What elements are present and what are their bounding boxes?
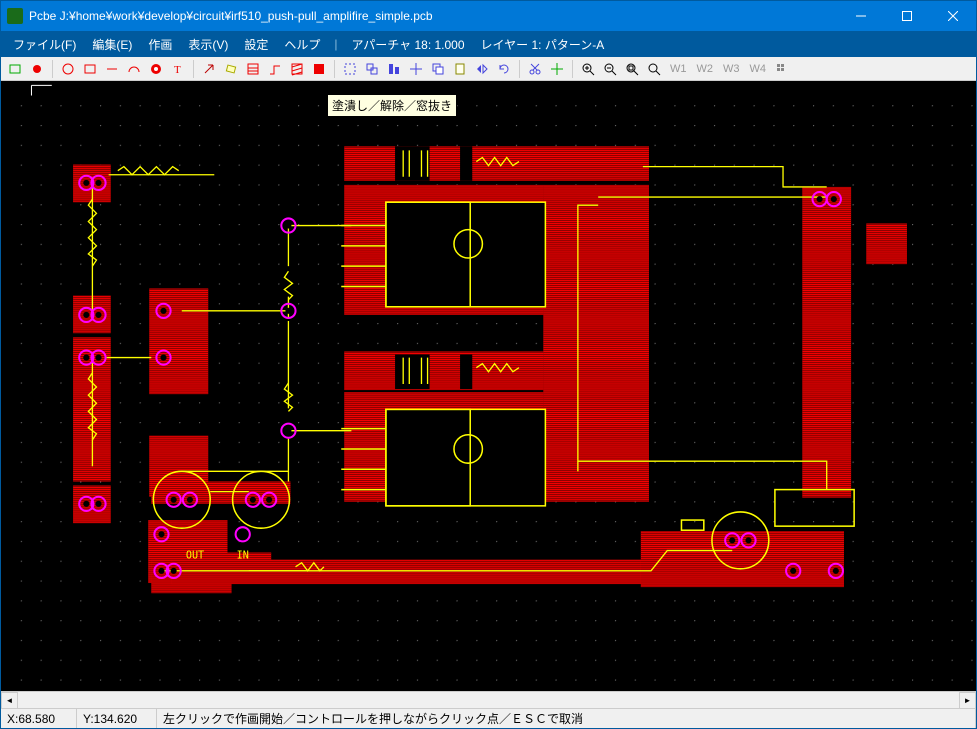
status-y: Y:134.620 — [77, 709, 157, 728]
width-label-3[interactable]: W3 — [719, 63, 744, 75]
menu-view[interactable]: 表示(V) — [180, 32, 236, 57]
app-icon — [7, 8, 23, 24]
tool-circle[interactable] — [58, 59, 78, 79]
titlebar[interactable]: Pcbe J:¥home¥work¥develop¥circuit¥irf510… — [1, 1, 976, 31]
app-window: Pcbe J:¥home¥work¥develop¥circuit¥irf510… — [0, 0, 977, 729]
toolbar-sep — [52, 60, 53, 78]
pcb-canvas-wrap: OUT IN 塗潰し／解除／窓抜き — [1, 81, 976, 691]
tool-paste[interactable] — [450, 59, 470, 79]
status-x: X:68.580 — [1, 709, 77, 728]
tool-arc[interactable] — [124, 59, 144, 79]
width-label-2[interactable]: W2 — [693, 63, 718, 75]
tool-group[interactable] — [362, 59, 382, 79]
svg-text:T: T — [174, 64, 181, 76]
scroll-left-button[interactable]: ◄ — [1, 692, 18, 709]
maximize-button[interactable] — [884, 1, 930, 31]
tool-donut[interactable] — [146, 59, 166, 79]
close-button[interactable] — [930, 1, 976, 31]
tool-crosshair[interactable] — [547, 59, 567, 79]
menu-help[interactable]: ヘルプ — [276, 32, 328, 57]
tool-rect-green[interactable] — [5, 59, 25, 79]
tool-select[interactable] — [340, 59, 360, 79]
tool-grid-toggle[interactable] — [772, 59, 792, 79]
layer-info[interactable]: レイヤー 1: パターン-A — [473, 36, 613, 53]
tool-zoom-out[interactable] — [600, 59, 620, 79]
tool-zoom[interactable] — [644, 59, 664, 79]
pcb-canvas[interactable]: OUT IN — [1, 81, 976, 691]
menu-settings[interactable]: 設定 — [236, 32, 276, 57]
tool-rotate[interactable] — [494, 59, 514, 79]
tool-flip[interactable] — [472, 59, 492, 79]
width-label-1[interactable]: W1 — [666, 63, 691, 75]
window-controls — [838, 1, 976, 31]
menu-draw[interactable]: 作画 — [140, 32, 180, 57]
tool-move[interactable] — [406, 59, 426, 79]
tool-text[interactable]: T — [168, 59, 188, 79]
tool-fill-solid[interactable] — [309, 59, 329, 79]
menubar: ファイル(F) 編集(E) 作画 表示(V) 設定 ヘルプ | アパーチャ 18… — [1, 31, 976, 57]
menu-file[interactable]: ファイル(F) — [5, 32, 84, 57]
silk-in: IN — [237, 551, 249, 562]
toolbar-sep — [193, 60, 194, 78]
menu-separator: | — [328, 37, 343, 51]
minimize-button[interactable] — [838, 1, 884, 31]
tool-rect[interactable] — [80, 59, 100, 79]
window-title: Pcbe J:¥home¥work¥develop¥circuit¥irf510… — [29, 9, 838, 23]
scroll-right-button[interactable]: ► — [959, 692, 976, 709]
tool-zoom-fit[interactable] — [622, 59, 642, 79]
tool-erase[interactable] — [221, 59, 241, 79]
status-message: 左クリックで作画開始／コントロールを押しながらクリック点／ＥＳＣで取消 — [157, 709, 976, 728]
tool-solid-red[interactable] — [27, 59, 47, 79]
tool-copy[interactable] — [428, 59, 448, 79]
tool-fill-hatch[interactable] — [287, 59, 307, 79]
tool-hatch[interactable] — [243, 59, 263, 79]
statusbar: X:68.580 Y:134.620 左クリックで作画開始／コントロールを押しな… — [1, 708, 976, 728]
tool-route[interactable] — [265, 59, 285, 79]
toolbar-sep — [572, 60, 573, 78]
tool-align[interactable] — [384, 59, 404, 79]
tooltip: 塗潰し／解除／窓抜き — [327, 94, 457, 117]
silk-out: OUT — [186, 551, 204, 562]
menu-edit[interactable]: 編集(E) — [84, 32, 140, 57]
scroll-track[interactable] — [18, 692, 959, 708]
toolbar-sep — [519, 60, 520, 78]
toolbar: T W1 W2 W3 W4 — [1, 57, 976, 81]
toolbar-sep — [334, 60, 335, 78]
tool-line[interactable] — [102, 59, 122, 79]
tool-zoom-in[interactable] — [578, 59, 598, 79]
width-label-4[interactable]: W4 — [746, 63, 771, 75]
tool-cut[interactable] — [525, 59, 545, 79]
aperture-info[interactable]: アパーチャ 18: 1.000 — [344, 36, 473, 53]
horizontal-scrollbar[interactable]: ◄ ► — [1, 691, 976, 708]
tool-probe[interactable] — [199, 59, 219, 79]
